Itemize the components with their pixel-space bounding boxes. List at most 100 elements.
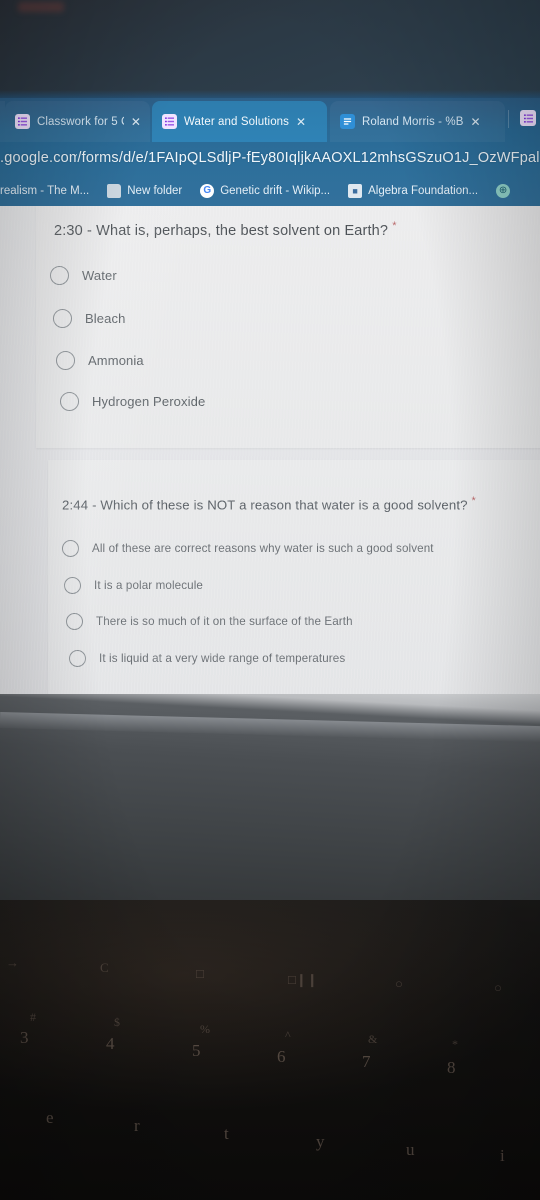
google-form-page: 2:30 - What is, perhaps, the best solven… bbox=[0, 206, 540, 706]
person-icon: ■ bbox=[348, 183, 363, 198]
key-symbol-percent[interactable]: % bbox=[200, 1022, 210, 1037]
laptop-photo: Classwork for 5 Che ✕ Water and Solution… bbox=[0, 0, 540, 1200]
radio-icon[interactable] bbox=[60, 392, 79, 411]
bookmarks-bar: realism - The M... New folder G Genetic … bbox=[0, 173, 540, 208]
docs-glyph-icon bbox=[343, 118, 352, 125]
url-path: /forms/d/e/1FAIpQLSdljP-fEy80IqljkAAOXL1… bbox=[77, 149, 540, 166]
forms-favicon-icon bbox=[15, 114, 30, 129]
google-icon: G bbox=[200, 183, 215, 198]
key-t[interactable]: t bbox=[224, 1124, 229, 1144]
browser-tab-water-and-solutions[interactable]: Water and Solutions ✕ bbox=[152, 101, 327, 142]
option-row[interactable]: It is liquid at a very wide range of tem… bbox=[69, 650, 345, 667]
tab-title: Roland Morris - %B bbox=[362, 115, 464, 128]
bezel-edge bbox=[0, 712, 540, 743]
tab-strip: Classwork for 5 Che ✕ Water and Solution… bbox=[0, 98, 540, 142]
option-label: All of these are correct reasons why wat… bbox=[92, 542, 434, 555]
option-row[interactable]: There is so much of it on the surface of… bbox=[66, 613, 353, 630]
radio-icon[interactable] bbox=[50, 266, 69, 285]
radio-icon[interactable] bbox=[64, 577, 81, 594]
globe-icon: ⊕ bbox=[496, 183, 511, 198]
option-label: It is a polar molecule bbox=[94, 579, 203, 592]
forms-favicon-icon bbox=[523, 113, 533, 123]
key-symbol-dollar[interactable]: $ bbox=[114, 1015, 120, 1030]
required-marker: * bbox=[392, 220, 397, 232]
bookmark-genetic-drift[interactable]: G Genetic drift - Wikip... bbox=[191, 183, 339, 198]
bookmark-algebra-foundation[interactable]: ■ Algebra Foundation... bbox=[339, 183, 487, 198]
option-label: Hydrogen Peroxide bbox=[92, 394, 206, 409]
browser-tab-classwork[interactable]: Classwork for 5 Che ✕ bbox=[5, 101, 150, 142]
forms-glyph-icon bbox=[18, 117, 27, 126]
radio-icon[interactable] bbox=[66, 613, 83, 630]
option-row[interactable]: Hydrogen Peroxide bbox=[60, 392, 205, 411]
tab-title: Classwork for 5 Che bbox=[37, 115, 124, 128]
key-forward[interactable]: → bbox=[6, 955, 19, 971]
address-bar[interactable]: .google.com/forms/d/e/1FAIpQLSdljP-fEy80… bbox=[0, 142, 540, 173]
forms-glyph-icon bbox=[165, 117, 174, 126]
screen-top-area bbox=[0, 0, 540, 100]
option-row[interactable]: Water bbox=[50, 266, 117, 285]
key-brightness-up[interactable]: ○ bbox=[494, 980, 502, 996]
bookmark-label: New folder bbox=[127, 184, 183, 197]
key-5[interactable]: 5 bbox=[192, 1041, 201, 1061]
key-u[interactable]: u bbox=[406, 1140, 415, 1160]
option-label: Bleach bbox=[85, 311, 126, 326]
tab-separator bbox=[508, 110, 509, 128]
forms-favicon-icon bbox=[162, 114, 177, 129]
close-icon[interactable]: ✕ bbox=[131, 116, 141, 128]
key-symbol-caret[interactable]: ^ bbox=[285, 1028, 291, 1043]
tab-title: Water and Solutions bbox=[184, 115, 290, 128]
key-7[interactable]: 7 bbox=[362, 1052, 371, 1072]
key-6[interactable]: 6 bbox=[277, 1047, 286, 1067]
key-refresh[interactable]: C bbox=[100, 960, 109, 976]
browser-tab-overflow[interactable] bbox=[520, 110, 536, 126]
bookmark-globe[interactable]: ⊕ bbox=[487, 183, 511, 198]
option-row[interactable]: Ammonia bbox=[56, 351, 144, 370]
laptop-keyboard: → C □ □❙❙ ○ ○ # $ % ^ & * 3 4 5 6 7 8 e … bbox=[0, 900, 540, 1200]
keyboard-glow bbox=[0, 900, 540, 1130]
radio-icon[interactable] bbox=[62, 540, 79, 557]
key-e[interactable]: e bbox=[46, 1108, 54, 1128]
browser-tab-roland-morris[interactable]: Roland Morris - %B ✕ bbox=[330, 101, 505, 142]
question-title-text: 2:30 - What is, perhaps, the best solven… bbox=[54, 222, 389, 239]
key-overview[interactable]: □❙❙ bbox=[288, 972, 318, 988]
key-4[interactable]: 4 bbox=[106, 1034, 115, 1054]
question-card: 2:30 - What is, perhaps, the best solven… bbox=[36, 206, 540, 448]
key-symbol-hash[interactable]: # bbox=[30, 1010, 36, 1025]
url-host: .google.com bbox=[0, 149, 78, 166]
question-title-text: 2:44 - Which of these is NOT a reason th… bbox=[62, 497, 468, 513]
key-y[interactable]: y bbox=[316, 1132, 325, 1152]
key-8[interactable]: 8 bbox=[447, 1058, 456, 1078]
option-row[interactable]: It is a polar molecule bbox=[64, 577, 203, 594]
key-3[interactable]: 3 bbox=[20, 1028, 29, 1048]
radio-icon[interactable] bbox=[53, 309, 72, 328]
close-icon[interactable]: ✕ bbox=[296, 116, 306, 128]
question-title: 2:30 - What is, perhaps, the best solven… bbox=[54, 220, 397, 239]
question-title: 2:44 - Which of these is NOT a reason th… bbox=[62, 495, 476, 512]
folder-icon bbox=[107, 183, 122, 198]
bookmark-label: realism - The M... bbox=[0, 184, 90, 197]
screen-glare bbox=[18, 2, 64, 12]
bookmark-realism[interactable]: realism - The M... bbox=[0, 185, 98, 197]
option-label: There is so much of it on the surface of… bbox=[96, 615, 353, 628]
option-label: It is liquid at a very wide range of tem… bbox=[99, 652, 346, 665]
option-label: Water bbox=[82, 268, 117, 283]
required-marker: * bbox=[471, 495, 476, 507]
bookmark-label: Algebra Foundation... bbox=[368, 184, 479, 197]
key-r[interactable]: r bbox=[134, 1116, 140, 1136]
radio-icon[interactable] bbox=[56, 351, 75, 370]
option-label: Ammonia bbox=[88, 353, 144, 368]
docs-favicon-icon bbox=[340, 114, 355, 129]
question-card: 2:44 - Which of these is NOT a reason th… bbox=[48, 460, 540, 696]
close-icon[interactable]: ✕ bbox=[471, 116, 481, 128]
key-i[interactable]: i bbox=[500, 1146, 505, 1166]
option-row[interactable]: Bleach bbox=[53, 309, 125, 328]
key-symbol-ampersand[interactable]: & bbox=[368, 1032, 377, 1047]
radio-icon[interactable] bbox=[69, 650, 86, 667]
bookmark-new-folder[interactable]: New folder bbox=[98, 183, 191, 198]
browser-chrome: Classwork for 5 Che ✕ Water and Solution… bbox=[0, 98, 540, 208]
bookmark-label: Genetic drift - Wikip... bbox=[220, 184, 331, 197]
key-symbol-asterisk[interactable]: * bbox=[452, 1037, 458, 1052]
option-row[interactable]: All of these are correct reasons why wat… bbox=[62, 540, 434, 557]
key-brightness-down[interactable]: ○ bbox=[395, 976, 403, 992]
key-fullscreen[interactable]: □ bbox=[196, 966, 204, 982]
